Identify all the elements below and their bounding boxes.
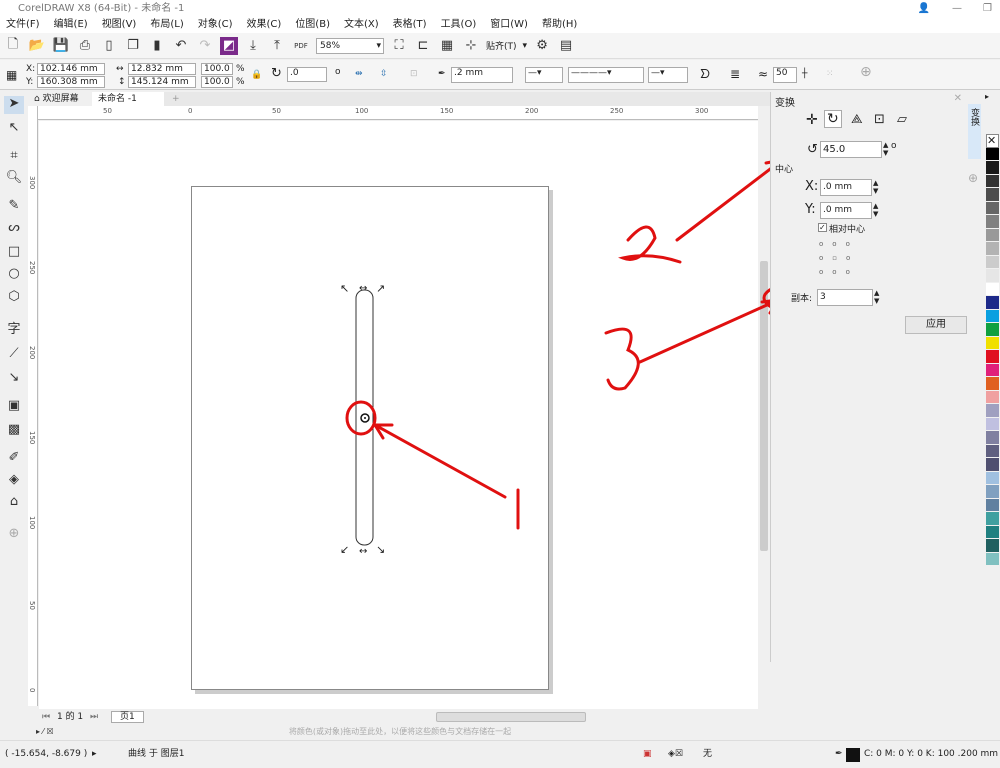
color-swatch[interactable]	[986, 228, 999, 242]
annotation-arrow-3	[638, 298, 780, 364]
page-navigator: ⏮ 1 的 1 ⏭ 页1	[38, 709, 770, 725]
rotation-angle-input[interactable]: 45.0	[820, 141, 882, 158]
color-swatch[interactable]	[986, 458, 999, 472]
color-proof-icon[interactable]: ▣	[643, 741, 652, 768]
pen-icon: ✒	[835, 749, 843, 759]
color-swatch[interactable]	[986, 174, 999, 188]
color-swatch[interactable]	[986, 444, 999, 458]
rotate-icon[interactable]: ↻	[824, 110, 842, 128]
close-icon[interactable]: ✕	[954, 93, 962, 104]
skew-icon[interactable]: ▱	[897, 112, 907, 127]
copies-label: 副本:	[791, 294, 813, 304]
color-swatch[interactable]	[986, 161, 999, 175]
fill-icon: ◈☒	[668, 749, 683, 759]
color-swatch[interactable]	[986, 215, 999, 229]
docker-side-tabs: 变换 ⊕	[968, 104, 985, 664]
first-page-icon[interactable]: ⏮	[42, 712, 50, 722]
relative-center-label: 相对中心	[829, 225, 866, 235]
color-swatch[interactable]	[986, 417, 999, 431]
copies-spinner[interactable]: ▲ ▼	[874, 289, 879, 305]
color-swatch[interactable]	[986, 485, 999, 499]
angle-spinner[interactable]: ▲ ▼	[883, 141, 888, 157]
add-docker-icon[interactable]: ⊕	[968, 171, 985, 185]
scale-mirror-icon[interactable]: ⟁	[851, 112, 863, 127]
copies-input[interactable]: 3	[817, 289, 873, 306]
rotate-handle: ↖	[340, 282, 349, 295]
status-bar: ( -15.654, -8.679 ) ▸ 曲线 于 图层1 ▣ ◈☒ 无 ✒ …	[0, 740, 1000, 767]
document-palette[interactable]: ▸ ⁄ ☒ 将颜色(或对象)拖动至此处，以便将这些颜色与文档存储在一起	[30, 725, 770, 739]
y-spinner[interactable]: ▲ ▼	[873, 202, 878, 218]
color-swatch[interactable]	[986, 390, 999, 404]
color-swatch[interactable]	[986, 282, 999, 296]
annotation-arrow-1	[373, 423, 507, 499]
anchor-point-grid[interactable]: ooo o▫o ooo	[819, 237, 859, 279]
relative-center-checkbox[interactable]: ✓	[818, 223, 827, 232]
color-swatch[interactable]	[986, 323, 999, 337]
color-swatch[interactable]	[986, 539, 999, 553]
color-swatch[interactable]	[986, 255, 999, 269]
outline-info: C: 0 M: 0 Y: 0 K: 100 .200 mm	[864, 749, 999, 759]
size-icon[interactable]: ⊡	[874, 112, 885, 127]
degree-label: o	[891, 141, 897, 151]
color-swatch[interactable]	[986, 377, 999, 391]
docker-title: 变换	[775, 98, 795, 109]
cursor-coordinates: ( -15.654, -8.679 )	[5, 749, 88, 759]
page-info: 1 的 1	[56, 712, 84, 722]
rotate-handle: ↘	[376, 543, 385, 556]
transform-docker: 变换 ✕ ✛ ↻ ⟁ ⊡ ▱ ↺ 45.0 ▲ ▼ o 中心 X: .0 mm ▲…	[770, 92, 968, 662]
horizontal-scrollbar[interactable]	[436, 712, 586, 722]
last-page-icon[interactable]: ⏭	[90, 712, 98, 722]
annotation-arrow-2	[675, 158, 784, 242]
no-color-swatch[interactable]: ✕	[986, 134, 999, 148]
x-spinner[interactable]: ▲ ▼	[873, 179, 878, 195]
palette-hint: 将颜色(或对象)拖动至此处，以便将这些颜色与文档存储在一起	[288, 727, 512, 736]
color-swatch[interactable]	[986, 296, 999, 310]
palette-scroll-up[interactable]: ▸	[985, 92, 1000, 104]
color-swatch[interactable]	[986, 242, 999, 256]
color-swatch[interactable]	[986, 201, 999, 215]
fill-value: 无	[703, 749, 713, 759]
color-swatch[interactable]	[986, 363, 999, 377]
expand-icon[interactable]: ▸	[92, 741, 97, 768]
color-swatch[interactable]	[986, 404, 999, 418]
center-x-input[interactable]: .0 mm	[820, 179, 872, 196]
color-swatch[interactable]	[986, 552, 999, 566]
color-swatch[interactable]	[986, 188, 999, 202]
center-y-input[interactable]: .0 mm	[820, 202, 872, 219]
color-swatch[interactable]	[986, 471, 999, 485]
x-label: X:	[805, 179, 819, 194]
color-swatch[interactable]	[986, 309, 999, 323]
tab-transform[interactable]: 变换	[968, 104, 981, 159]
color-swatch[interactable]	[986, 269, 999, 283]
y-label: Y:	[805, 202, 816, 217]
annotation-number-2	[618, 225, 682, 264]
color-swatch[interactable]	[986, 147, 999, 161]
object-info: 曲线 于 图层1	[128, 749, 185, 759]
rotate-handle: ↙	[340, 543, 349, 556]
color-swatch[interactable]	[986, 498, 999, 512]
center-label: 中心	[775, 165, 794, 175]
skew-handle: ↔	[359, 283, 367, 294]
color-swatch[interactable]	[986, 350, 999, 364]
no-color-swatch[interactable]: ▸ ⁄ ☒	[36, 725, 54, 739]
page-tab[interactable]: 页1	[111, 711, 144, 723]
color-swatch[interactable]	[986, 525, 999, 539]
color-swatch[interactable]	[986, 336, 999, 350]
outline-color-swatch	[846, 748, 860, 762]
annotation-number-3	[604, 327, 640, 391]
color-swatch[interactable]	[986, 431, 999, 445]
rotate-handle: ↗	[376, 282, 385, 295]
color-palette[interactable]: ▸ ✕	[985, 92, 1000, 662]
rotate-angle-icon: ↺	[807, 142, 818, 157]
skew-handle: ↔	[359, 546, 367, 557]
color-swatch[interactable]	[986, 512, 999, 526]
position-icon[interactable]: ✛	[806, 112, 818, 128]
apply-button[interactable]: 应用	[905, 316, 967, 334]
